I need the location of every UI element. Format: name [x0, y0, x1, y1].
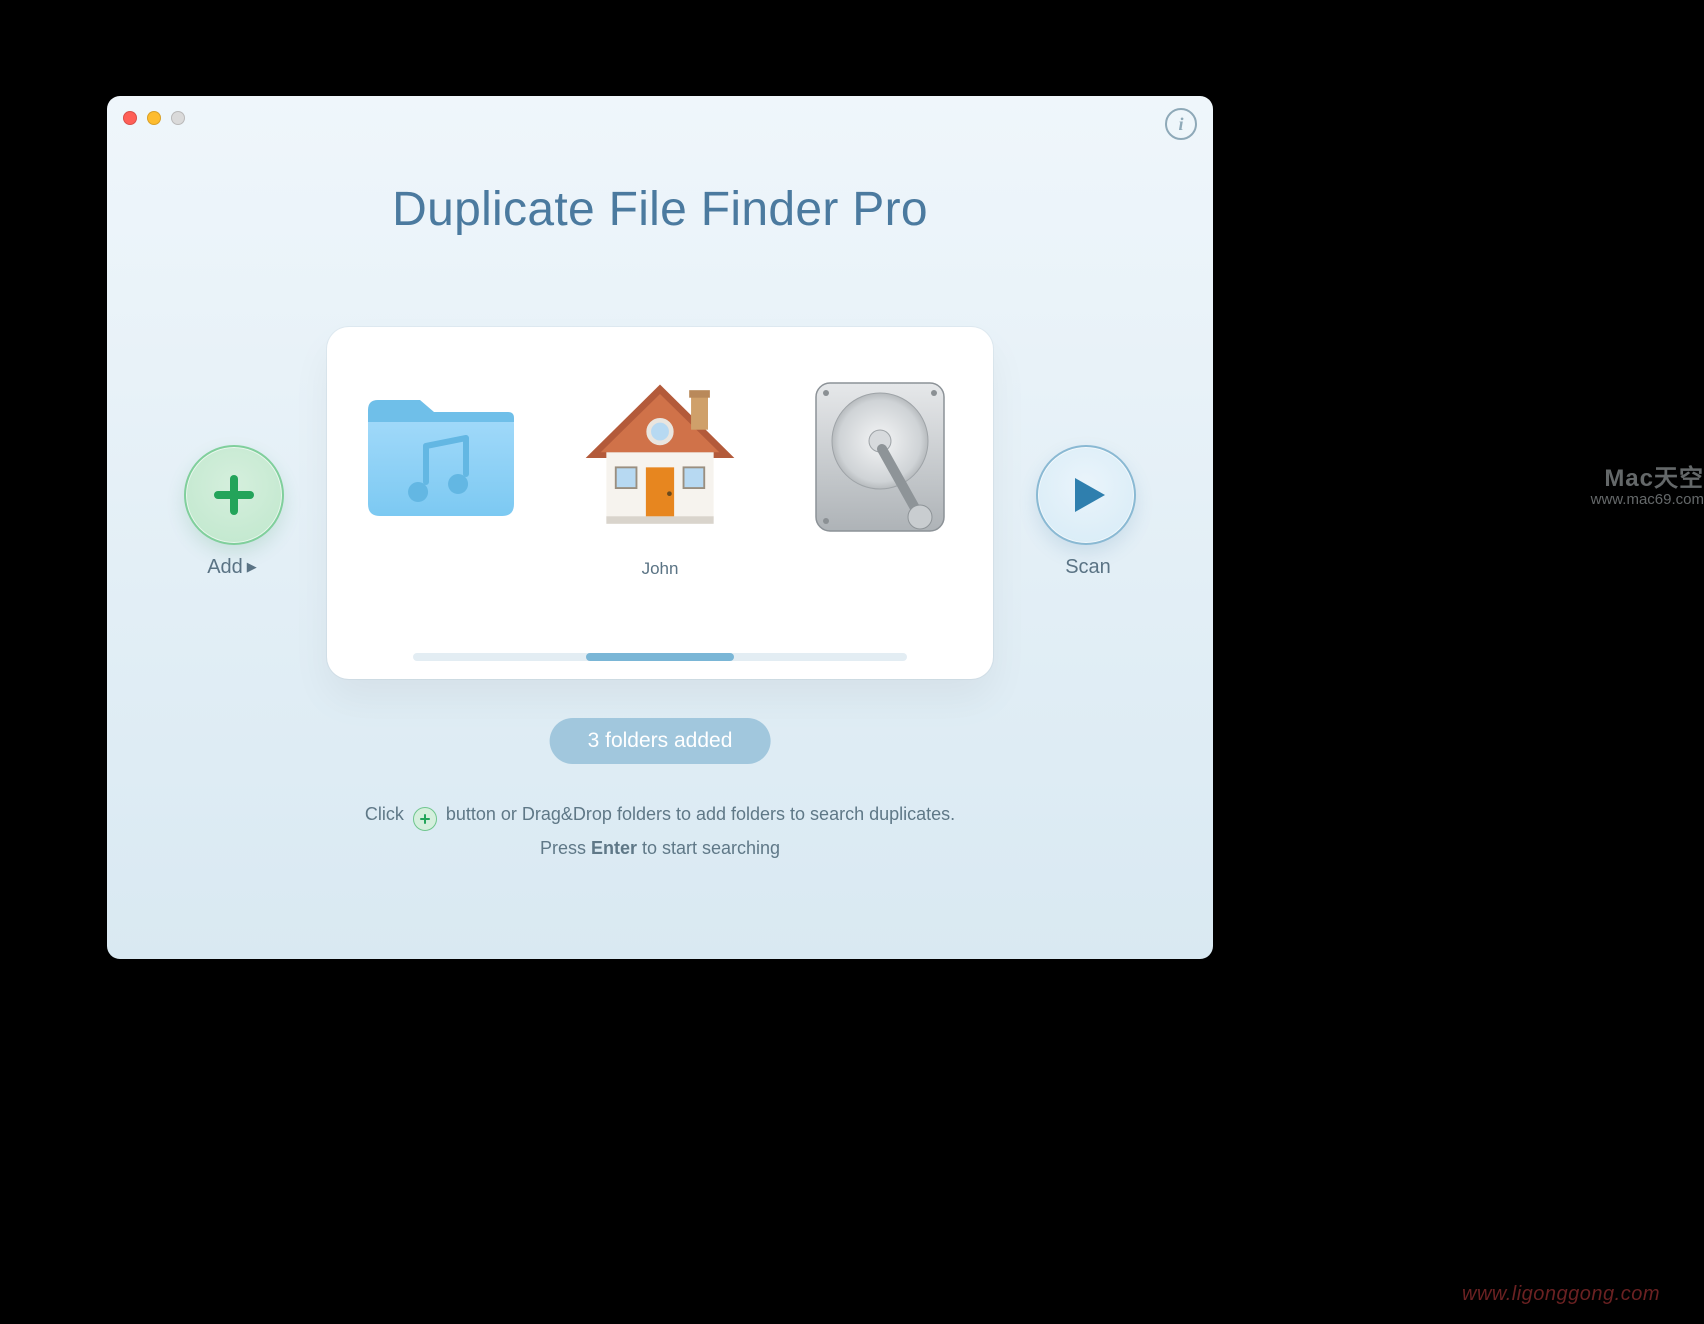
window-close-button[interactable] [123, 111, 137, 125]
info-icon: i [1178, 114, 1183, 135]
window-zoom-button[interactable] [171, 111, 185, 125]
app-title: Duplicate File Finder Pro [107, 182, 1213, 237]
folder-item-music[interactable] [345, 377, 535, 579]
add-button[interactable] [184, 445, 284, 545]
folders-count-badge: 3 folders added [550, 718, 771, 764]
window-minimize-button[interactable] [147, 111, 161, 125]
folder-items: John [327, 377, 993, 579]
plus-icon [208, 469, 260, 521]
scan-button[interactable] [1036, 445, 1136, 545]
horizontal-scroll-thumb[interactable] [586, 653, 734, 661]
add-label: Add▶ [172, 556, 292, 579]
help-text-line-2: Press Enter to start searching [107, 834, 1213, 864]
drop-zone-card[interactable]: John [327, 327, 993, 679]
window-controls [123, 111, 185, 125]
folder-item-drive[interactable] [785, 377, 975, 579]
chevron-right-icon: ▶ [247, 559, 257, 574]
disk-drive-icon [810, 377, 950, 537]
watermark-right: Mac天空 www.mac69.com [1591, 466, 1704, 509]
play-icon [1061, 470, 1111, 520]
help-text-line-1: Click button or Drag&Drop folders to add… [107, 800, 1213, 831]
plus-icon [413, 807, 437, 831]
folder-item-label: John [642, 559, 679, 579]
scan-label: Scan [1028, 556, 1148, 579]
app-window: i Duplicate File Finder Pro Add▶ Scan [107, 96, 1213, 959]
home-folder-icon [580, 372, 740, 542]
folder-item-home[interactable]: John [565, 377, 755, 579]
horizontal-scroll-track[interactable] [413, 653, 907, 661]
music-folder-icon [360, 392, 520, 522]
info-button[interactable]: i [1165, 108, 1197, 140]
watermark-bottom: www.ligonggong.com [1462, 1283, 1660, 1306]
